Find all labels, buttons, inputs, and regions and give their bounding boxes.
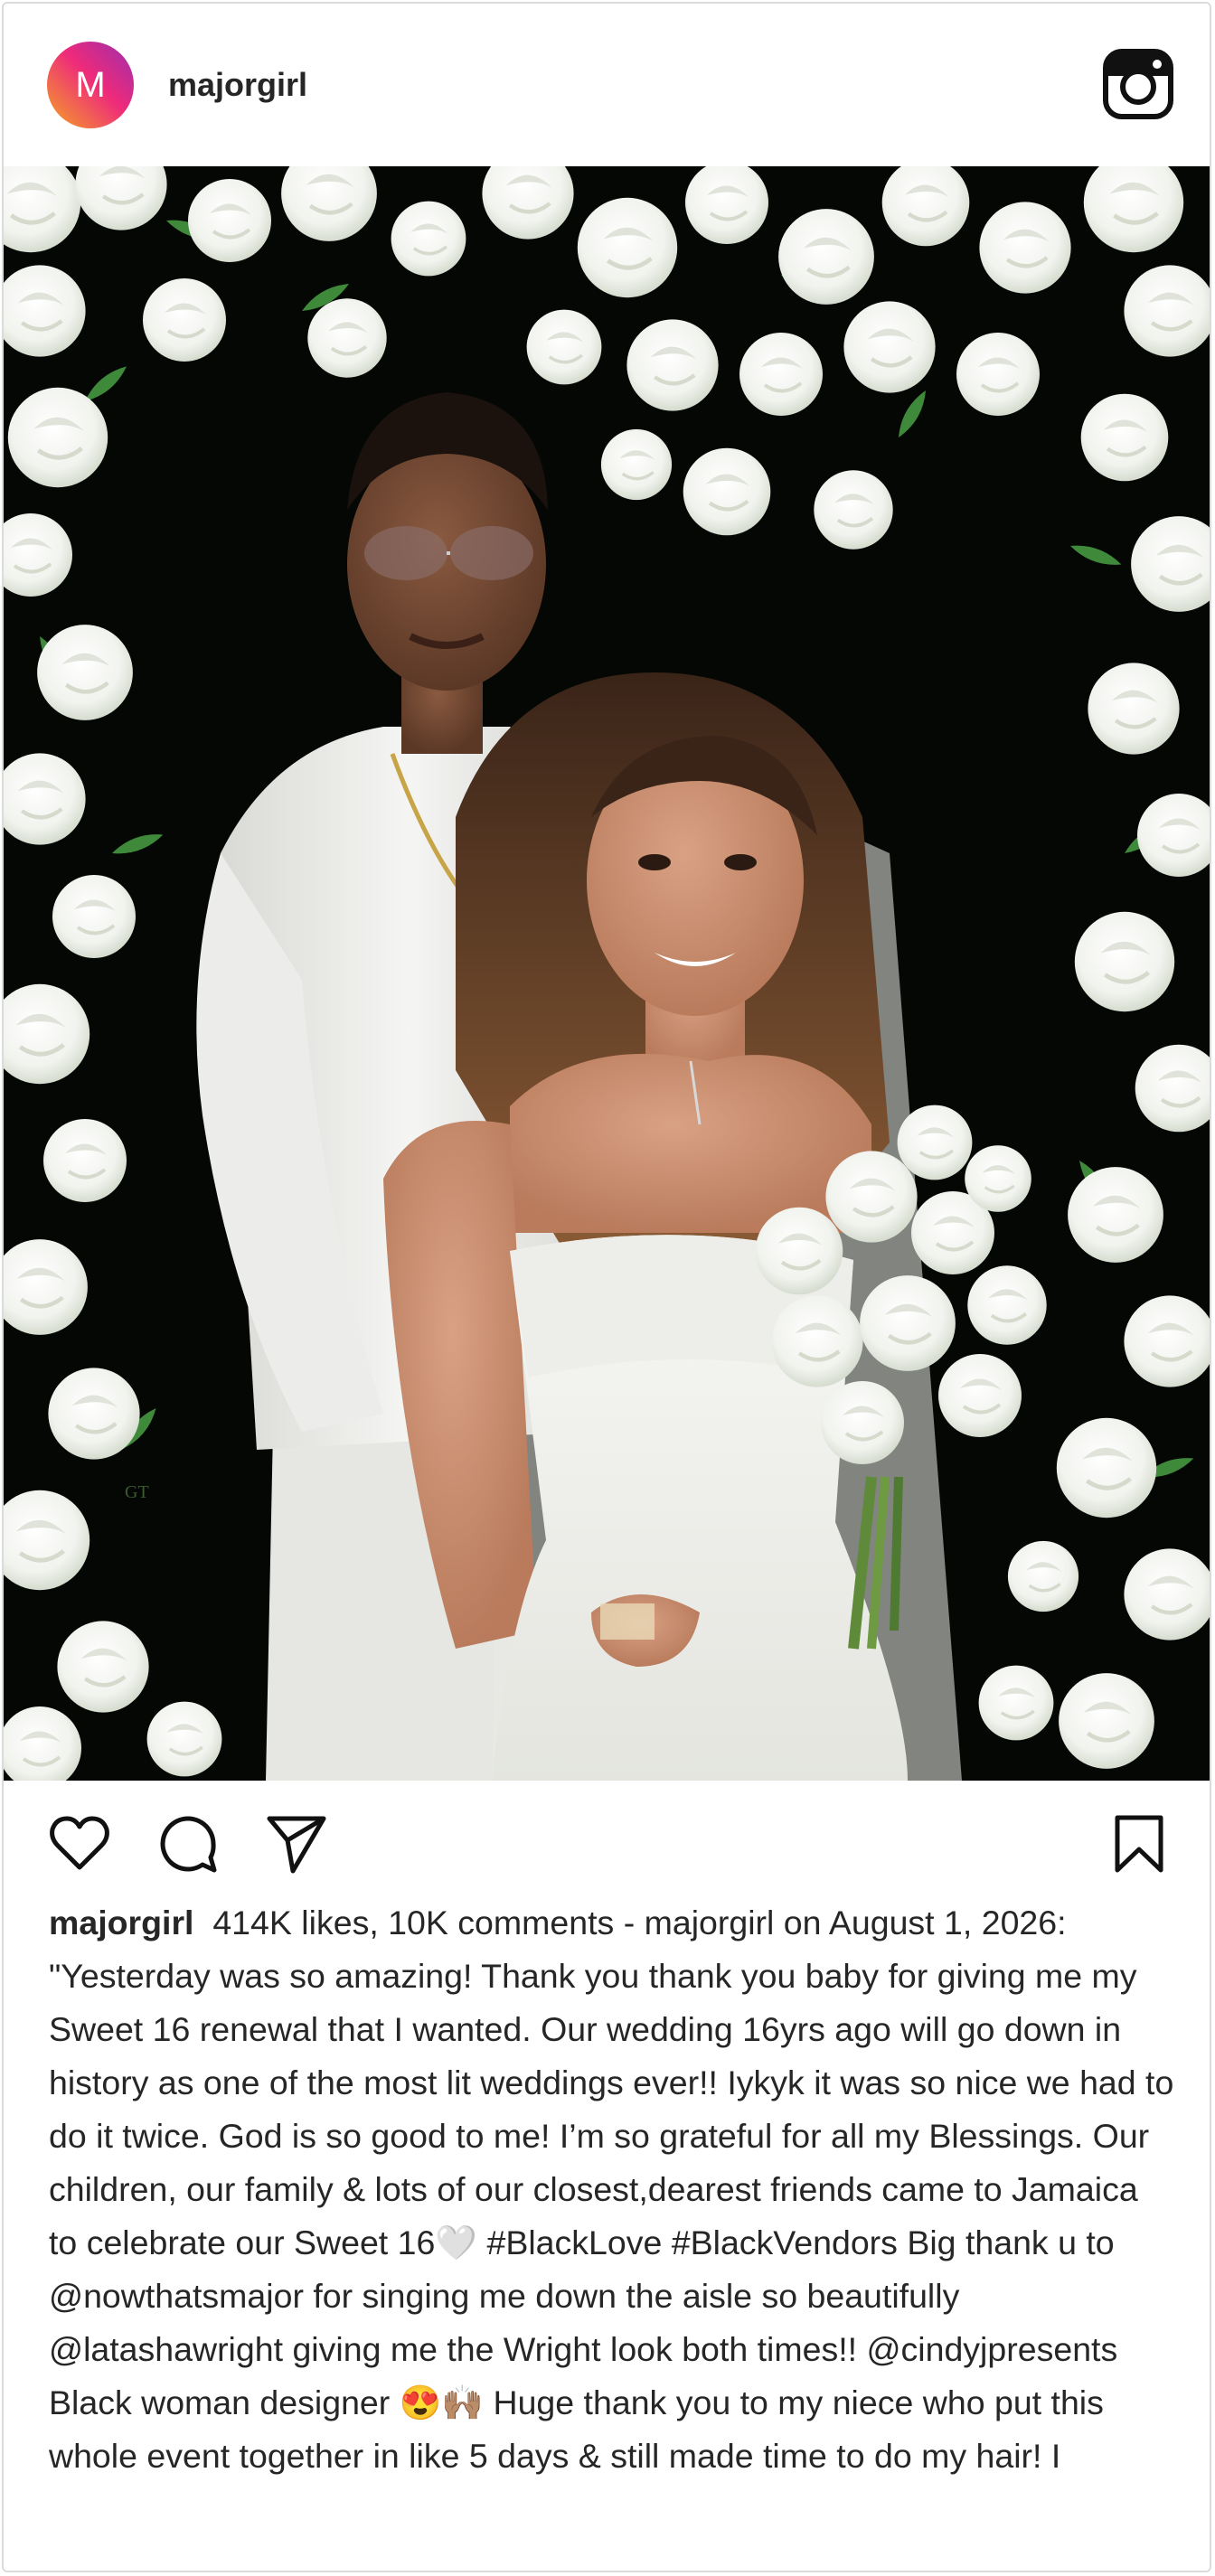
post-header: M majorgirl <box>4 4 1210 166</box>
post-actions <box>4 1781 1210 1898</box>
instagram-logo-icon[interactable] <box>1103 49 1173 119</box>
instagram-post-card: M majorgirl GT majorgirl 414K likes, 10K… <box>2 2 1211 2572</box>
avatar-letter: M <box>75 64 106 105</box>
post-username[interactable]: majorgirl <box>168 65 307 105</box>
avatar[interactable]: M <box>47 42 134 128</box>
heart-icon[interactable] <box>49 1813 110 1875</box>
caption-text: 414K likes, 10K comments - majorgirl on … <box>49 1904 1174 2475</box>
photo-watermark: GT <box>125 1482 149 1502</box>
post-photo[interactable]: GT <box>4 166 1210 1781</box>
bookmark-icon[interactable] <box>1108 1813 1170 1875</box>
caption-username[interactable]: majorgirl <box>49 1904 193 1941</box>
comment-bubble-icon[interactable] <box>157 1813 219 1875</box>
send-paper-plane-icon[interactable] <box>266 1813 327 1875</box>
post-caption: majorgirl 414K likes, 10K comments - maj… <box>49 1896 1175 2483</box>
